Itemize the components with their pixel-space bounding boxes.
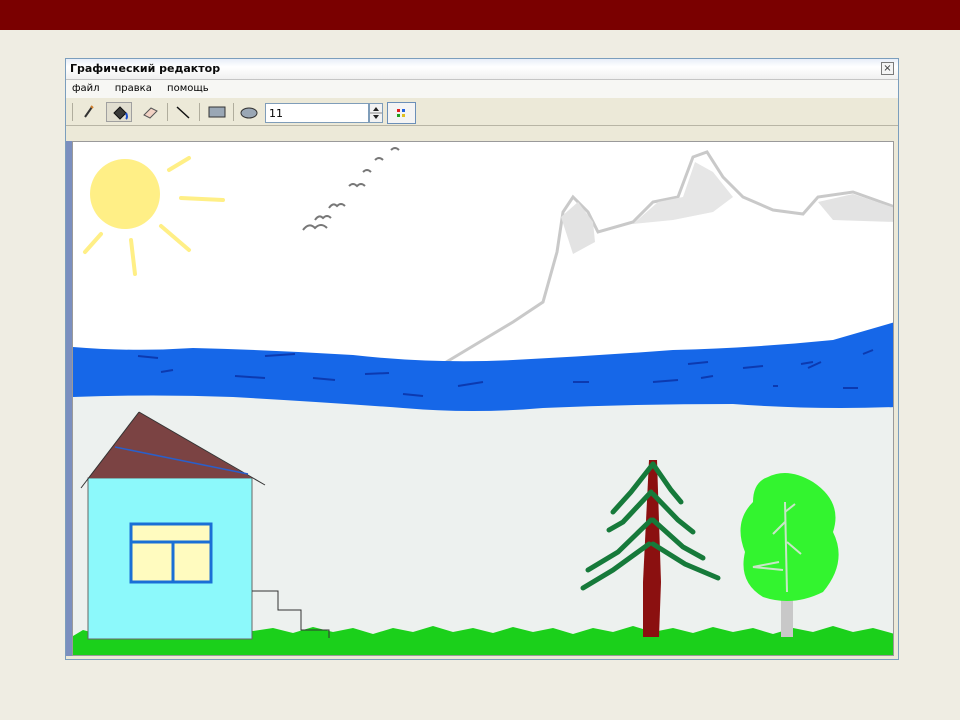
ellipse-icon (240, 107, 258, 119)
pencil-tool-button[interactable] (76, 102, 102, 122)
window-title: Графический редактор (70, 62, 221, 75)
color-palette-button[interactable] (387, 102, 416, 124)
house-window (129, 522, 213, 584)
landscape-drawing (73, 147, 893, 655)
eraser-icon (143, 107, 158, 119)
toolbar (66, 99, 898, 126)
rectangle-tool-button[interactable] (204, 102, 230, 122)
toolbar-separator (167, 103, 168, 121)
sun (83, 156, 225, 276)
drawing-canvas[interactable] (72, 141, 894, 656)
toolbar-separator (233, 103, 234, 121)
eraser-tool-button[interactable] (138, 102, 164, 122)
spinner-arrows-icon (370, 107, 382, 119)
fill-tool-button[interactable] (106, 102, 132, 122)
toolbar-separator (199, 103, 200, 121)
line-tool-button[interactable] (170, 102, 196, 122)
title-bar[interactable]: Графический редактор × (66, 59, 898, 80)
ellipse-tool-button[interactable] (236, 102, 262, 122)
menu-help[interactable]: помощь (161, 80, 215, 94)
close-button[interactable]: × (881, 62, 894, 75)
menu-edit[interactable]: правка (109, 80, 158, 94)
brush-size-input[interactable] (265, 103, 369, 123)
slide-header-bar (0, 0, 960, 30)
menu-bar: файл правка помощь (66, 80, 898, 98)
toolbar-separator (72, 103, 73, 121)
rectangle-icon (208, 106, 226, 118)
fill-bucket-icon (113, 106, 128, 120)
birds (302, 147, 400, 231)
pencil-icon (84, 105, 94, 118)
line-icon (176, 106, 190, 119)
graphic-editor-window: Графический редактор × файл правка помощ… (65, 58, 899, 660)
brush-size-spinner[interactable] (369, 103, 383, 123)
menu-file[interactable]: файл (66, 80, 106, 94)
color-palette-icon (397, 109, 405, 117)
